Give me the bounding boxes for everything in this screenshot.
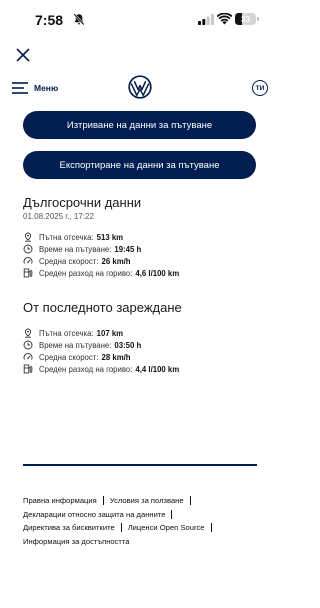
- long-term-date: 01.08.2025 г., 17:22: [23, 212, 94, 221]
- account-avatar-button[interactable]: ТИ: [252, 80, 268, 96]
- location-pin-icon: [24, 328, 32, 338]
- stat-value: 28 km/h: [101, 352, 131, 362]
- accessibility-info-link[interactable]: Информация за достъпността: [23, 537, 130, 546]
- footer-line: Декларации относно защита на данните: [23, 508, 263, 522]
- speedometer-icon: [23, 257, 33, 264]
- footer-links: Правна информация Условия за ползване Де…: [23, 494, 263, 548]
- stat-value: 19:45 h: [114, 244, 142, 254]
- clock-icon: [23, 244, 33, 254]
- fuel-pump-icon: [23, 268, 33, 278]
- vw-logo-icon[interactable]: [128, 75, 152, 99]
- footer-line: Правна информация Условия за ползване: [23, 494, 263, 508]
- stat-value: 107 km: [96, 328, 124, 338]
- status-bar: 7:58 33: [0, 0, 280, 40]
- since-refuel-title: От последното зареждане: [23, 300, 182, 315]
- cookie-policy-link[interactable]: Директива за бисквитките: [23, 523, 115, 532]
- wifi-icon: [217, 13, 232, 25]
- export-trip-data-button[interactable]: Експортиране на данни за пътуване: [23, 151, 256, 179]
- battery-tip: [257, 17, 259, 21]
- location-pin-icon: [24, 232, 32, 242]
- legal-info-link[interactable]: Правна информация: [23, 496, 97, 505]
- link-separator: [210, 523, 212, 533]
- stat-travel-time: Време на пътуване: 03:50 h: [23, 339, 263, 351]
- footer-line: Директива за бисквитките Лиценси Open So…: [23, 521, 263, 535]
- battery-percent: 33: [241, 14, 250, 24]
- long-term-data-section: Дългосрочни данни 01.08.2025 г., 17:22 П…: [23, 195, 263, 279]
- fuel-pump-icon: [23, 364, 33, 374]
- stat-average-speed: Средна скорост: 26 km/h: [23, 255, 263, 267]
- stat-value: 4,4 l/100 km: [135, 364, 180, 374]
- stat-value: 4,6 l/100 km: [135, 268, 180, 278]
- menu-button[interactable]: Меню: [12, 80, 58, 96]
- long-term-title: Дългосрочни данни: [23, 195, 142, 210]
- status-time: 7:58: [35, 12, 64, 28]
- close-icon[interactable]: [14, 46, 32, 64]
- stat-travel-time: Време на пътуване: 19:45 h: [23, 243, 263, 255]
- stat-value: 513 km: [96, 232, 124, 242]
- link-separator: [171, 509, 173, 519]
- menu-label: Меню: [34, 83, 59, 93]
- cellular-signal-icon: [198, 14, 214, 25]
- long-term-stats: Пътна отсечка: 513 km Време на пътуване:…: [23, 231, 263, 279]
- terms-of-use-link[interactable]: Условия за ползване: [110, 496, 184, 505]
- speedometer-icon: [23, 353, 33, 360]
- delete-trip-data-button[interactable]: Изтриване на данни за пътуване: [23, 111, 256, 139]
- link-separator: [189, 496, 191, 506]
- open-source-licenses-link[interactable]: Лиценси Open Source: [128, 523, 205, 532]
- stat-value: 03:50 h: [114, 340, 142, 350]
- stat-distance: Пътна отсечка: 513 km: [23, 231, 263, 243]
- link-separator: [102, 496, 104, 506]
- stat-value: 26 km/h: [101, 256, 131, 266]
- since-refuel-stats: Пътна отсечка: 107 km Време на пътуване:…: [23, 327, 263, 375]
- battery-indicator: 33: [235, 13, 256, 25]
- since-refuel-section: От последното зареждане Пътна отсечка: 1…: [23, 300, 263, 375]
- stat-fuel-consumption: Среден разход на гориво: 4,4 l/100 km: [23, 363, 263, 375]
- stat-average-speed: Средна скорост: 28 km/h: [23, 351, 263, 363]
- stat-fuel-consumption: Среден разход на гориво: 4,6 l/100 km: [23, 267, 263, 279]
- clock-icon: [23, 340, 33, 350]
- footer-line: Информация за достъпността: [23, 535, 263, 549]
- footer-divider: [23, 464, 257, 466]
- privacy-statements-link[interactable]: Декларации относно защита на данните: [23, 510, 165, 519]
- link-separator: [120, 523, 122, 533]
- hamburger-icon: [12, 82, 28, 94]
- bell-muted-icon: [73, 13, 85, 26]
- stat-distance: Пътна отсечка: 107 km: [23, 327, 263, 339]
